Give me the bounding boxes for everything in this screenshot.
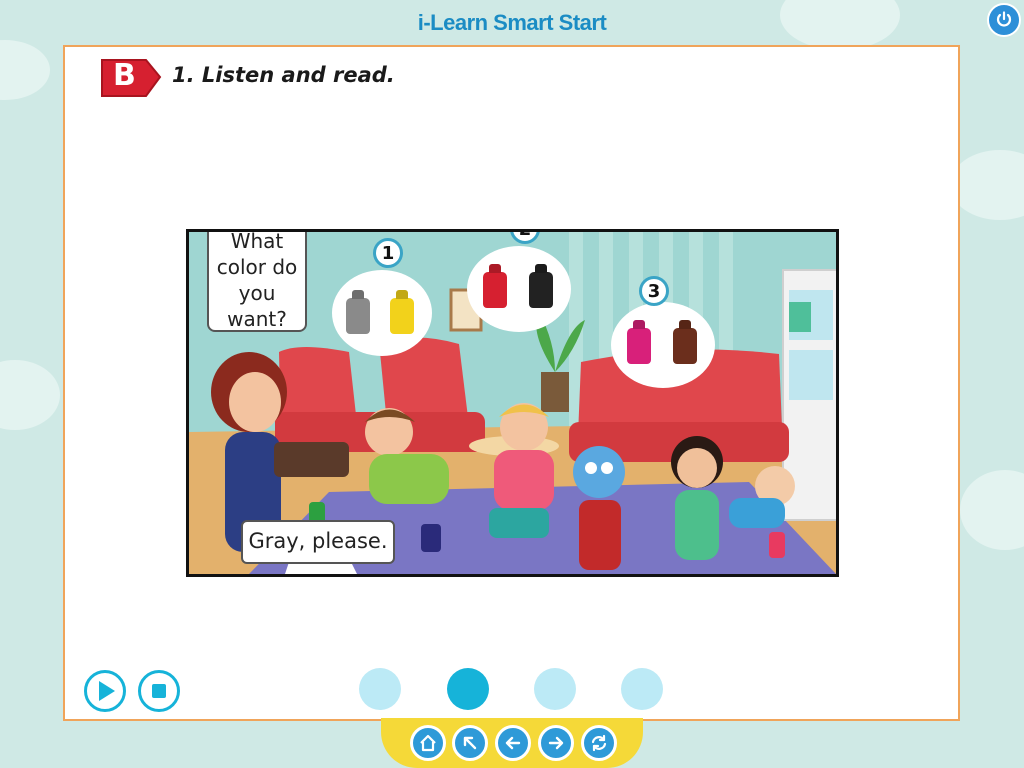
home-icon [420, 734, 436, 752]
lesson-panel: B 1. Listen and read. What color do you … [63, 45, 960, 721]
previous-icon [505, 736, 521, 750]
paint-bottle [627, 328, 651, 364]
story-illustration: What color do you want? 1 2 3 Gray, plea… [186, 229, 839, 577]
back-to-menu-button[interactable] [452, 725, 488, 761]
section-badge: B [100, 56, 162, 98]
stop-button[interactable] [138, 670, 180, 712]
background-cloud [950, 150, 1024, 220]
background-cloud [960, 470, 1024, 550]
paint-choice-bubble-3 [611, 302, 715, 388]
refresh-icon [591, 734, 607, 752]
bottom-navigation-bar [381, 718, 643, 768]
choice-number-3: 3 [639, 276, 669, 306]
play-button[interactable] [84, 670, 126, 712]
paint-bottle [390, 298, 414, 334]
paint-bottle [529, 272, 553, 308]
paint-bottle [673, 328, 697, 364]
home-button[interactable] [410, 725, 446, 761]
refresh-button[interactable] [581, 725, 617, 761]
question-speech-bubble: What color do you want? [207, 232, 307, 332]
back-arrow-icon [463, 736, 477, 750]
power-icon [996, 11, 1012, 27]
next-icon [548, 736, 564, 750]
previous-button[interactable] [495, 725, 531, 761]
app-title: i-Learn Smart Start [417, 10, 607, 35]
stop-icon [152, 684, 166, 698]
background-cloud [0, 40, 50, 100]
page-dot-4[interactable] [621, 668, 663, 710]
background-cloud [0, 360, 60, 430]
instruction-text: 1. Listen and read. [172, 63, 395, 87]
page-dot-1[interactable] [359, 668, 401, 710]
page-dot-3[interactable] [534, 668, 576, 710]
paint-bottle [483, 272, 507, 308]
page-dot-2[interactable] [447, 668, 489, 710]
play-icon [99, 681, 115, 701]
section-letter: B [113, 58, 136, 93]
choice-number-1: 1 [373, 238, 403, 268]
next-button[interactable] [538, 725, 574, 761]
paint-choice-bubble-1 [332, 270, 432, 356]
paint-choice-bubble-2 [467, 246, 571, 332]
answer-speech-bubble: Gray, please. [241, 520, 395, 564]
paint-bottle [346, 298, 370, 334]
power-button[interactable] [987, 3, 1021, 37]
